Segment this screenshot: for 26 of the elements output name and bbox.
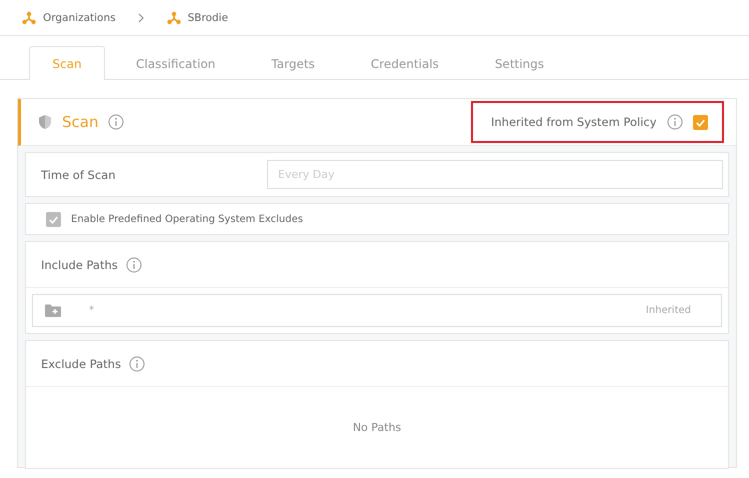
add-folder-icon[interactable] <box>45 304 61 317</box>
field-label: Time of Scan <box>41 168 116 182</box>
breadcrumb-link[interactable]: SBrodie <box>188 12 228 24</box>
checkbox-label: Enable Predefined Operating System Excludes <box>71 214 303 224</box>
chevron-icon <box>138 12 145 22</box>
status-label: Inherited <box>646 305 691 316</box>
empty-message: No Paths <box>352 421 402 434</box>
info-icon[interactable] <box>666 114 683 130</box>
info-icon[interactable] <box>126 256 142 272</box>
tab[interactable]: Scan <box>29 46 105 80</box>
tab[interactable]: Classification <box>111 47 240 80</box>
checkbox[interactable] <box>692 114 708 130</box>
path-value: * <box>89 305 94 316</box>
shield-icon <box>38 114 52 130</box>
info-icon[interactable] <box>128 356 145 372</box>
network-icon <box>22 10 36 24</box>
section-label: Include Paths <box>41 258 118 272</box>
tab[interactable]: Credentials <box>346 47 464 80</box>
tab[interactable]: Targets <box>246 47 340 80</box>
tab[interactable]: Settings <box>470 47 570 80</box>
breadcrumb-link[interactable]: Organizations <box>43 12 116 24</box>
section-title: Scan <box>62 113 98 131</box>
network-icon <box>166 10 181 24</box>
section-label: Exclude Paths <box>41 356 121 370</box>
inherit-label: Inherited from System Policy <box>491 115 657 129</box>
info-icon[interactable] <box>108 114 124 130</box>
